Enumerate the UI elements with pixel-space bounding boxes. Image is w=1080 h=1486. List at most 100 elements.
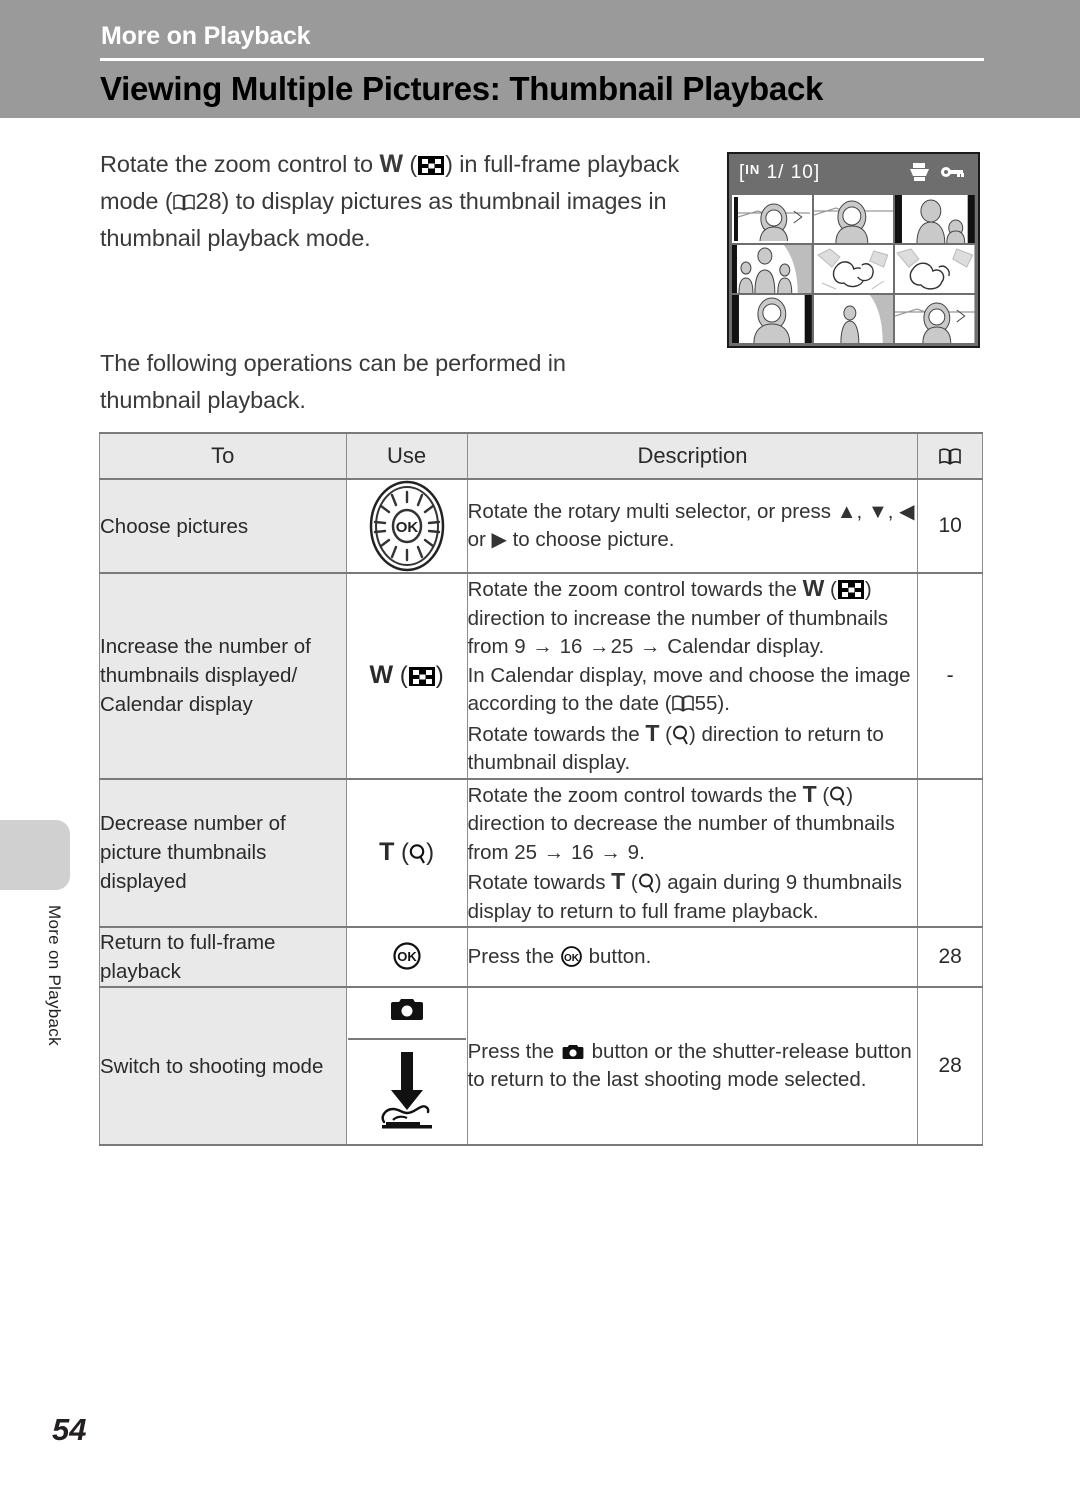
thumbnail-icon — [408, 667, 435, 687]
column-header-page-ref — [917, 432, 983, 480]
shooting-mode-icon-stack — [347, 988, 467, 1144]
row-description: Press the button or the shutter-release … — [466, 986, 919, 1146]
desc-text-d: or — [467, 528, 492, 551]
paren-open: ( — [625, 871, 638, 894]
row-control-icon: OK — [345, 926, 468, 988]
desc-text-d: 25 — [610, 635, 640, 658]
magnifier-icon — [672, 725, 689, 745]
book-icon — [671, 695, 694, 712]
operations-table: To Use Description Choose pictures OK Ro… — [99, 432, 983, 1146]
desc-line2-page: 55 — [694, 692, 718, 715]
chapter-label: More on Playback — [101, 22, 311, 50]
t-glyph: T — [611, 868, 626, 894]
header-divider-rule — [100, 58, 984, 61]
paren-open: ( — [659, 722, 672, 746]
desc-text-a: Press the — [467, 1039, 560, 1063]
chapter-side-tab-label: More on Playback — [45, 905, 64, 1046]
row-page-reference — [917, 777, 983, 928]
paren-open: ( — [393, 662, 408, 690]
paren-close: ) — [426, 839, 435, 867]
table-header-row: To Use Description — [99, 432, 983, 480]
thumbnail-cell[interactable] — [813, 195, 894, 243]
desc-line3-a: Rotate towards the — [467, 722, 646, 746]
magnifier-icon — [409, 844, 426, 864]
shutter-release-press-icon — [376, 1040, 438, 1144]
thumbnail-icon — [837, 580, 864, 599]
thumbnail-cell[interactable] — [813, 295, 894, 343]
table-row: Decrease number of picture thumbnails di… — [99, 777, 983, 928]
table-row: Switch to shooting mode Press the button… — [99, 986, 983, 1146]
desc-text-d: 9. — [621, 840, 645, 864]
intro-page-ref: 28 — [195, 188, 222, 214]
desc-text-c: 16 — [553, 635, 589, 658]
book-icon — [938, 448, 961, 465]
row-action-label: Switch to shooting mode — [99, 986, 347, 1146]
camera-screen-icon-group — [909, 162, 964, 187]
paren-open: ( — [816, 783, 830, 807]
protect-key-icon — [940, 164, 964, 185]
w-glyph: W — [802, 575, 825, 601]
column-header-description: Description — [466, 432, 919, 480]
up-arrow-icon: ▲ — [836, 500, 857, 523]
desc-line2-a: Rotate towards — [467, 871, 612, 894]
row-control-icon: OK — [345, 478, 468, 574]
desc-text-c: 16 — [565, 840, 600, 864]
internal-memory-indicator: IN — [745, 162, 761, 177]
thumbnail-cell[interactable] — [895, 195, 975, 243]
thumbnail-cell[interactable] — [813, 245, 894, 293]
table-row: Increase the number of thumbnails displa… — [99, 572, 983, 779]
chapter-side-tab — [0, 820, 70, 890]
page-number: 54 — [52, 1412, 87, 1447]
desc-text-a: Rotate the zoom control towards the — [467, 783, 803, 807]
row-control-icon: W () — [345, 572, 468, 779]
frame-current: 1/ — [766, 162, 785, 183]
ok-button-icon: OK — [561, 945, 582, 967]
row-action-label: Increase the number of thumbnails displa… — [99, 572, 347, 779]
row-action-label: Decrease number of picture thumbnails di… — [99, 777, 347, 928]
right-arrow-glyph: → — [532, 635, 553, 658]
book-icon — [172, 194, 195, 211]
ok-button-icon: OK — [392, 942, 421, 970]
thumbnail-grid — [732, 195, 975, 343]
paren-open: ( — [824, 578, 837, 601]
intro-paragraph-2: The following operations can be performe… — [100, 350, 566, 413]
desc-text-c: , — [887, 499, 900, 523]
row-page-reference: 10 — [917, 478, 983, 574]
row-action-label: Choose pictures — [99, 478, 347, 574]
w-glyph: W — [369, 661, 394, 690]
right-arrow-glyph: → — [543, 840, 565, 864]
row-control-icon: T () — [345, 777, 468, 928]
thumbnail-cell[interactable] — [895, 245, 975, 293]
thumbnail-cell[interactable] — [732, 295, 812, 343]
table-row: Choose pictures OK Rotate the rotary mul… — [99, 478, 983, 574]
camera-mode-icon — [390, 988, 423, 1038]
desc-text-b: , — [856, 499, 868, 523]
thumbnail-cell[interactable] — [732, 195, 812, 243]
desc-text-e: Calendar display. — [661, 635, 825, 658]
column-header-use: Use — [345, 432, 468, 480]
rotary-multi-selector-dial: OK — [369, 480, 444, 572]
row-description: Press the OK button. — [466, 926, 919, 988]
print-order-icon — [909, 162, 931, 187]
paren-open: ( — [394, 839, 410, 867]
row-page-reference: 28 — [917, 926, 983, 988]
thumbnail-cell[interactable] — [895, 295, 975, 343]
column-header-to: To — [99, 432, 347, 480]
thumbnail-cell[interactable] — [732, 245, 812, 293]
row-control-icon-stack — [345, 986, 468, 1146]
paren-close: ) — [435, 662, 444, 690]
frame-total: 10 — [790, 162, 814, 183]
table-row: Return to full-frame playback OK Press t… — [99, 926, 983, 988]
row-description: Rotate the zoom control towards the T ()… — [466, 777, 919, 928]
t-glyph: T — [379, 838, 395, 867]
paren-open: ( — [402, 151, 418, 177]
row-description: Rotate the zoom control towards the W ()… — [466, 572, 919, 779]
desc-text-e: to choose picture. — [506, 528, 675, 551]
desc-text-a: Rotate the rotary multi selector, or pre… — [467, 499, 837, 523]
t-glyph: T — [802, 780, 817, 807]
magnifier-icon — [829, 786, 846, 806]
desc-text-a: Rotate the zoom control towards the — [467, 578, 803, 601]
camera-screen-status-bar: [IN 1/ 10] — [729, 154, 978, 194]
page-title: Viewing Multiple Pictures: Thumbnail Pla… — [100, 70, 824, 107]
right-arrow-glyph: → — [640, 635, 661, 658]
